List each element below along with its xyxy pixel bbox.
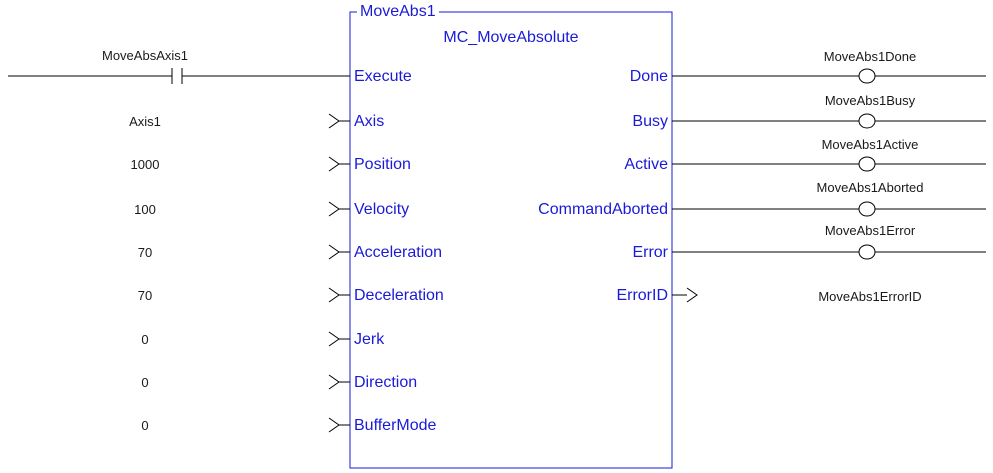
pin-jerk[interactable]: Jerk bbox=[354, 331, 384, 349]
pin-direction[interactable]: Direction bbox=[354, 374, 417, 392]
input-variable-deceleration[interactable]: 70 bbox=[85, 288, 205, 303]
output-variable-active[interactable]: MoveAbs1Active bbox=[790, 137, 950, 152]
input-arrow-icon bbox=[328, 244, 340, 260]
input-arrow-icon bbox=[328, 156, 340, 172]
output-variable-aborted[interactable]: MoveAbs1Aborted bbox=[790, 180, 950, 195]
ladder-diagram: MoveAbs1 MC_MoveAbsolute MoveAbsAxis1 Ax… bbox=[0, 0, 993, 473]
pin-position[interactable]: Position bbox=[354, 156, 411, 174]
block-type-name: MC_MoveAbsolute bbox=[443, 29, 579, 46]
output-variable-error[interactable]: MoveAbs1Error bbox=[790, 223, 950, 238]
pin-busy[interactable]: Busy bbox=[470, 113, 668, 131]
coil-icon bbox=[858, 113, 876, 129]
pin-active[interactable]: Active bbox=[470, 156, 668, 174]
coil-icon bbox=[858, 156, 876, 172]
coil-icon bbox=[858, 68, 876, 84]
input-variable-execute[interactable]: MoveAbsAxis1 bbox=[75, 48, 215, 63]
coil-icon bbox=[858, 244, 876, 260]
pin-deceleration[interactable]: Deceleration bbox=[354, 287, 444, 305]
input-arrow-icon bbox=[328, 287, 340, 303]
input-variable-position[interactable]: 1000 bbox=[85, 157, 205, 172]
pin-execute[interactable]: Execute bbox=[354, 68, 412, 86]
input-variable-direction[interactable]: 0 bbox=[85, 375, 205, 390]
input-variable-buffermode[interactable]: 0 bbox=[85, 418, 205, 433]
pin-error[interactable]: Error bbox=[470, 244, 668, 262]
pin-commandaborted[interactable]: CommandAborted bbox=[470, 201, 668, 219]
pin-axis[interactable]: Axis bbox=[354, 113, 384, 131]
input-variable-velocity[interactable]: 100 bbox=[85, 202, 205, 217]
pin-done[interactable]: Done bbox=[470, 68, 668, 86]
input-variable-acceleration[interactable]: 70 bbox=[85, 245, 205, 260]
input-arrow-icon bbox=[328, 331, 340, 347]
output-variable-errorid[interactable]: MoveAbs1ErrorID bbox=[790, 289, 950, 304]
input-variable-jerk[interactable]: 0 bbox=[85, 332, 205, 347]
input-arrow-icon bbox=[328, 201, 340, 217]
input-arrow-icon bbox=[328, 113, 340, 129]
input-arrow-icon bbox=[328, 374, 340, 390]
output-arrow-icon bbox=[686, 287, 698, 303]
coil-icon bbox=[858, 201, 876, 217]
pin-buffermode[interactable]: BufferMode bbox=[354, 417, 436, 435]
block-instance-name: MoveAbs1 bbox=[357, 3, 439, 21]
pin-errorid[interactable]: ErrorID bbox=[470, 287, 668, 305]
pin-velocity[interactable]: Velocity bbox=[354, 201, 409, 219]
input-variable-axis[interactable]: Axis1 bbox=[85, 114, 205, 129]
output-variable-done[interactable]: MoveAbs1Done bbox=[790, 49, 950, 64]
output-variable-busy[interactable]: MoveAbs1Busy bbox=[790, 93, 950, 108]
input-arrow-icon bbox=[328, 417, 340, 433]
pin-acceleration[interactable]: Acceleration bbox=[354, 244, 442, 262]
contact-icon[interactable] bbox=[171, 68, 183, 84]
